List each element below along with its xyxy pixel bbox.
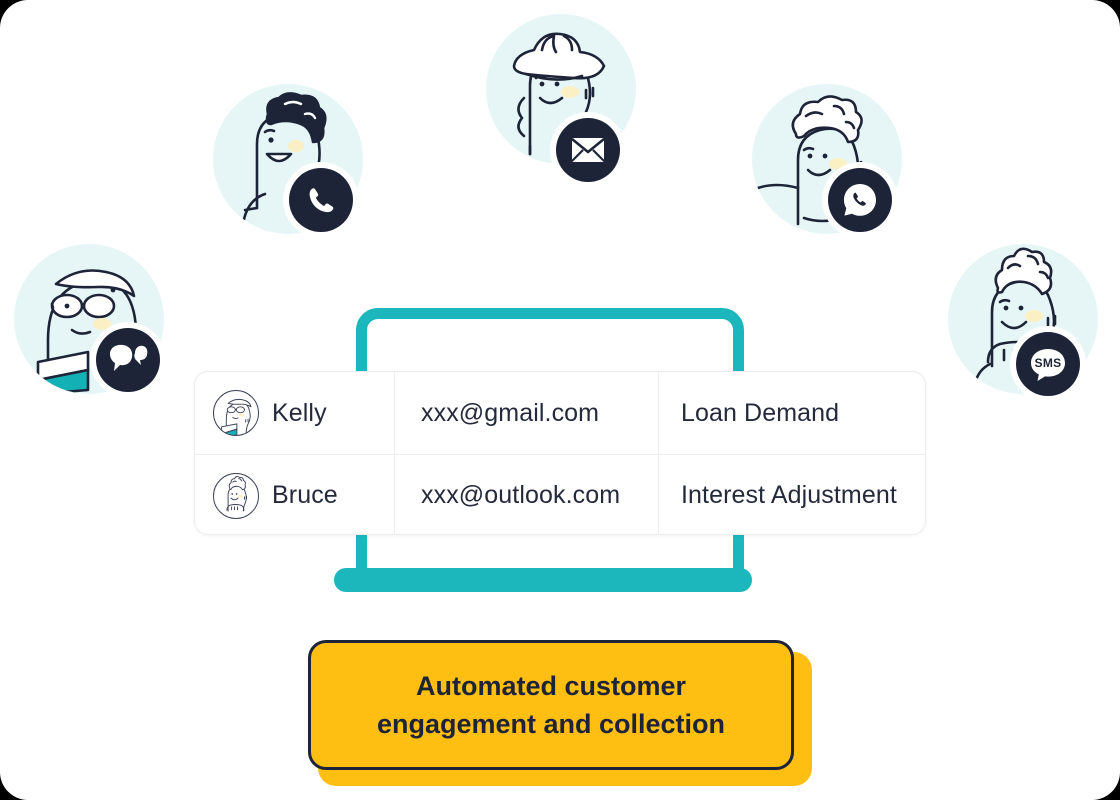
table-row[interactable]: Bruce xxx@outlook.com Interest Adjustmen…	[195, 454, 925, 534]
table-row[interactable]: Kelly xxx@gmail.com Loan Demand	[195, 372, 925, 454]
cta-line-1: Automated customer	[415, 670, 687, 701]
kelly-avatar	[213, 390, 259, 436]
sms-icon[interactable]: SMS	[1016, 332, 1080, 396]
customer-name: Bruce	[272, 481, 338, 509]
laptop-base	[334, 568, 752, 592]
chat-bubbles-icon[interactable]	[96, 328, 160, 392]
customer-topic-cell: Loan Demand	[658, 372, 925, 454]
customer-name-cell: Bruce	[195, 455, 394, 534]
envelope-icon[interactable]	[556, 118, 620, 182]
persona-email	[486, 14, 636, 182]
automated-engagement-button[interactable]: Automated customer engagement and collec…	[308, 640, 794, 770]
whatsapp-icon[interactable]	[828, 168, 892, 232]
cta-line-2: engagement and collection	[376, 709, 726, 739]
illustration-canvas: SMS Kelly xxx@gmail.com Loan Demand Bruc…	[0, 0, 1120, 800]
customer-email-cell: xxx@gmail.com	[394, 372, 658, 454]
phone-icon[interactable]	[289, 168, 353, 232]
customer-name-cell: Kelly	[195, 372, 394, 454]
customer-email-cell: xxx@outlook.com	[394, 455, 658, 534]
customer-name: Kelly	[272, 398, 327, 427]
sms-badge-label: SMS	[1034, 356, 1062, 370]
persona-sms: SMS	[948, 244, 1098, 396]
persona-whatsapp	[752, 84, 902, 234]
bruce-avatar	[213, 472, 259, 519]
customer-table: Kelly xxx@gmail.com Loan Demand Bruce xx…	[194, 371, 926, 535]
cta-container: Automated customer engagement and collec…	[308, 640, 812, 786]
persona-phone	[213, 84, 363, 234]
customer-topic-cell: Interest Adjustment	[658, 455, 925, 534]
persona-chat	[14, 244, 164, 394]
